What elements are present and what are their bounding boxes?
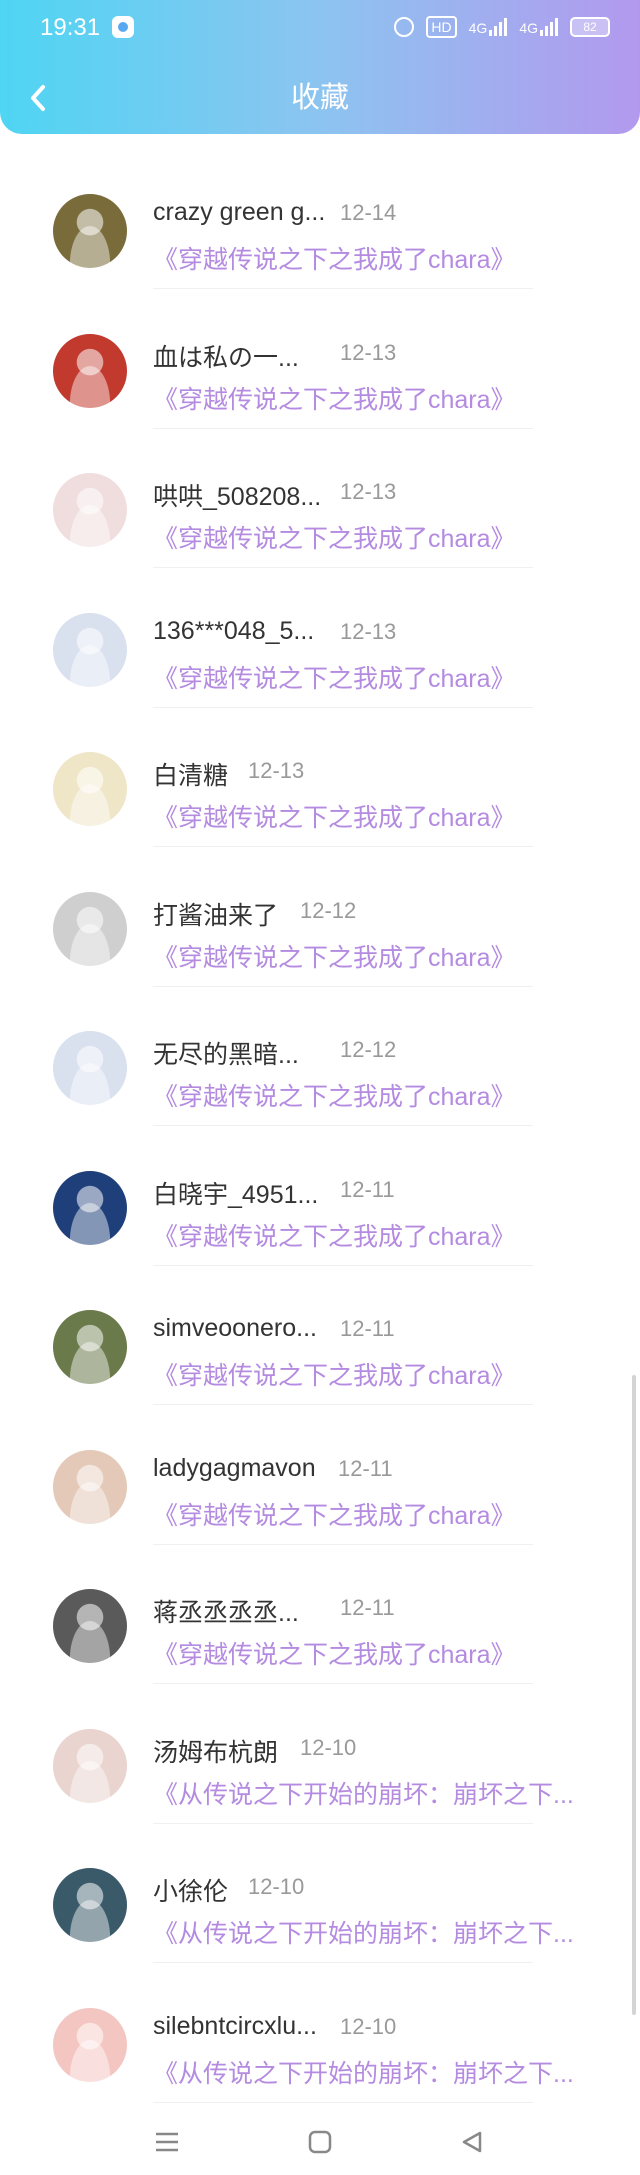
avatar[interactable] xyxy=(53,1310,127,1384)
book-title-link[interactable]: 《穿越传说之下之我成了chara》 xyxy=(153,1356,593,1392)
list-item[interactable]: 哄哄_508208... 12-13 《穿越传说之下之我成了chara》 xyxy=(0,429,640,569)
book-title-link[interactable]: 《穿越传说之下之我成了chara》 xyxy=(153,798,593,834)
list-item[interactable]: 血は私の一... 12-13 《穿越传说之下之我成了chara》 xyxy=(0,290,640,430)
user-name: ladygagmavon xyxy=(153,1453,316,1482)
book-title-link[interactable]: 《穿越传说之下之我成了chara》 xyxy=(153,1077,593,1113)
status-bar: 19:31 HD 4G 4G 82 xyxy=(0,0,640,56)
book-title-link[interactable]: 《从传说之下开始的崩坏：崩坏之下... xyxy=(153,1914,593,1950)
signal-icon: 4G xyxy=(519,18,558,36)
favorite-date: 12-11 xyxy=(338,1455,393,1481)
triangle-back-icon xyxy=(462,2131,482,2153)
nav-bar: 收藏 xyxy=(0,70,640,126)
header-bar: 19:31 HD 4G 4G 82 收藏 xyxy=(0,0,640,134)
favorite-date: 12-13 xyxy=(340,339,397,365)
favorite-date: 12-14 xyxy=(340,200,397,225)
list-item[interactable]: crazy green g... 12-14 《穿越传说之下之我成了chara》 xyxy=(0,150,640,290)
list-item[interactable]: 无尽的黑暗... 12-12 《穿越传说之下之我成了chara》 xyxy=(0,987,640,1127)
avatar[interactable] xyxy=(53,1868,127,1942)
favorite-date: 12-13 xyxy=(340,618,397,644)
avatar[interactable] xyxy=(53,612,127,687)
favorite-date: 12-10 xyxy=(248,1874,305,1899)
page-title: 收藏 xyxy=(290,82,349,114)
system-nav-bar xyxy=(0,2112,640,2175)
favorite-date: 12-12 xyxy=(300,897,357,923)
hd-badge: HD xyxy=(426,16,457,38)
menu-button[interactable] xyxy=(147,2126,187,2158)
user-name: silebntcircxlu... xyxy=(153,2011,317,2040)
favorite-date: 12-13 xyxy=(340,479,397,504)
divider xyxy=(153,2101,533,2103)
book-title-link[interactable]: 《从传说之下开始的崩坏：崩坏之下... xyxy=(153,2054,593,2090)
book-title-link[interactable]: 《穿越传说之下之我成了chara》 xyxy=(153,1217,593,1253)
signal-icon: 4G xyxy=(469,18,508,36)
favorite-date: 12-11 xyxy=(340,1316,395,1341)
list-item[interactable]: 白清糖 12-13 《穿越传说之下之我成了chara》 xyxy=(0,708,640,848)
user-name: 汤姆布杭朗 xyxy=(153,1738,279,1767)
menu-icon xyxy=(156,2132,178,2152)
list-item[interactable]: 汤姆布杭朗 12-10 《从传说之下开始的崩坏：崩坏之下... xyxy=(0,1685,640,1825)
battery-icon: 82 xyxy=(570,17,610,37)
avatar[interactable] xyxy=(53,1728,127,1803)
favorite-date: 12-13 xyxy=(248,758,305,783)
list-item[interactable]: ladygagmavon 12-11 《穿越传说之下之我成了chara》 xyxy=(0,1406,640,1546)
list-item[interactable]: 小徐伦 12-10 《从传说之下开始的崩坏：崩坏之下... xyxy=(0,1824,640,1964)
list-item[interactable]: simveoonero... 12-11 《穿越传说之下之我成了chara》 xyxy=(0,1266,640,1406)
avatar[interactable] xyxy=(53,1589,127,1663)
user-name: 血は私の一... xyxy=(153,343,299,372)
app-notification-icon xyxy=(112,16,134,38)
user-name: 蒋丞丞丞丞... xyxy=(153,1599,299,1627)
user-name: crazy green g... xyxy=(153,198,326,226)
book-title-link[interactable]: 《穿越传说之下之我成了chara》 xyxy=(153,938,593,974)
list-item[interactable]: 136***048_5... 12-13 《穿越传说之下之我成了chara》 xyxy=(0,569,640,709)
favorite-date: 12-10 xyxy=(300,1734,357,1760)
avatar[interactable] xyxy=(53,1170,127,1245)
favorite-date: 12-10 xyxy=(340,2013,397,2039)
favorites-list: crazy green g... 12-14 《穿越传说之下之我成了chara》 血は… xyxy=(0,150,640,2103)
avatar[interactable] xyxy=(53,2007,127,2082)
avatar[interactable] xyxy=(53,333,127,408)
avatar[interactable] xyxy=(53,194,127,268)
user-name: 小徐伦 xyxy=(153,1878,229,1906)
home-button[interactable] xyxy=(300,2126,340,2158)
back-nav-button[interactable] xyxy=(452,2126,492,2158)
avatar[interactable] xyxy=(53,1031,127,1105)
list-item[interactable]: 蒋丞丞丞丞... 12-11 《穿越传说之下之我成了chara》 xyxy=(0,1545,640,1685)
scrollbar[interactable] xyxy=(632,1375,636,2015)
book-title-link[interactable]: 《穿越传说之下之我成了chara》 xyxy=(153,380,593,416)
list-item[interactable]: 白晓宇_4951... 12-11 《穿越传说之下之我成了chara》 xyxy=(0,1127,640,1267)
avatar[interactable] xyxy=(53,473,127,547)
user-name: 白晓宇_4951... xyxy=(153,1180,319,1209)
book-title-link[interactable]: 《穿越传说之下之我成了chara》 xyxy=(153,519,593,555)
avatar[interactable] xyxy=(53,752,127,826)
user-name: 无尽的黑暗... xyxy=(153,1041,299,1069)
favorite-date: 12-11 xyxy=(340,1176,395,1202)
signal-label: 4G xyxy=(468,20,488,36)
signal-label: 4G xyxy=(519,20,538,36)
favorite-date: 12-11 xyxy=(340,1595,395,1620)
book-title-link[interactable]: 《从传说之下开始的崩坏：崩坏之下... xyxy=(153,1775,593,1811)
book-title-link[interactable]: 《穿越传说之下之我成了chara》 xyxy=(153,1496,593,1532)
user-name: 打酱油来了 xyxy=(153,901,279,930)
status-time: 19:31 xyxy=(40,14,101,41)
book-title-link[interactable]: 《穿越传说之下之我成了chara》 xyxy=(153,240,593,276)
home-icon xyxy=(308,2130,332,2154)
list-item[interactable]: 打酱油来了 12-12 《穿越传说之下之我成了chara》 xyxy=(0,848,640,988)
alarm-icon xyxy=(394,17,415,37)
user-name: simveoonero... xyxy=(153,1314,317,1342)
list-item[interactable]: silebntcircxlu... 12-10 《从传说之下开始的崩坏：崩坏之下..… xyxy=(0,1964,640,2104)
favorite-date: 12-12 xyxy=(340,1037,397,1062)
user-name: 136***048_5... xyxy=(153,616,315,645)
user-name: 白清糖 xyxy=(153,762,229,790)
book-title-link[interactable]: 《穿越传说之下之我成了chara》 xyxy=(153,659,593,695)
user-name: 哄哄_508208... xyxy=(153,483,322,511)
avatar[interactable] xyxy=(53,1449,127,1524)
avatar[interactable] xyxy=(53,891,127,966)
status-icons: HD 4G 4G 82 xyxy=(394,14,610,40)
book-title-link[interactable]: 《穿越传说之下之我成了chara》 xyxy=(153,1635,593,1671)
